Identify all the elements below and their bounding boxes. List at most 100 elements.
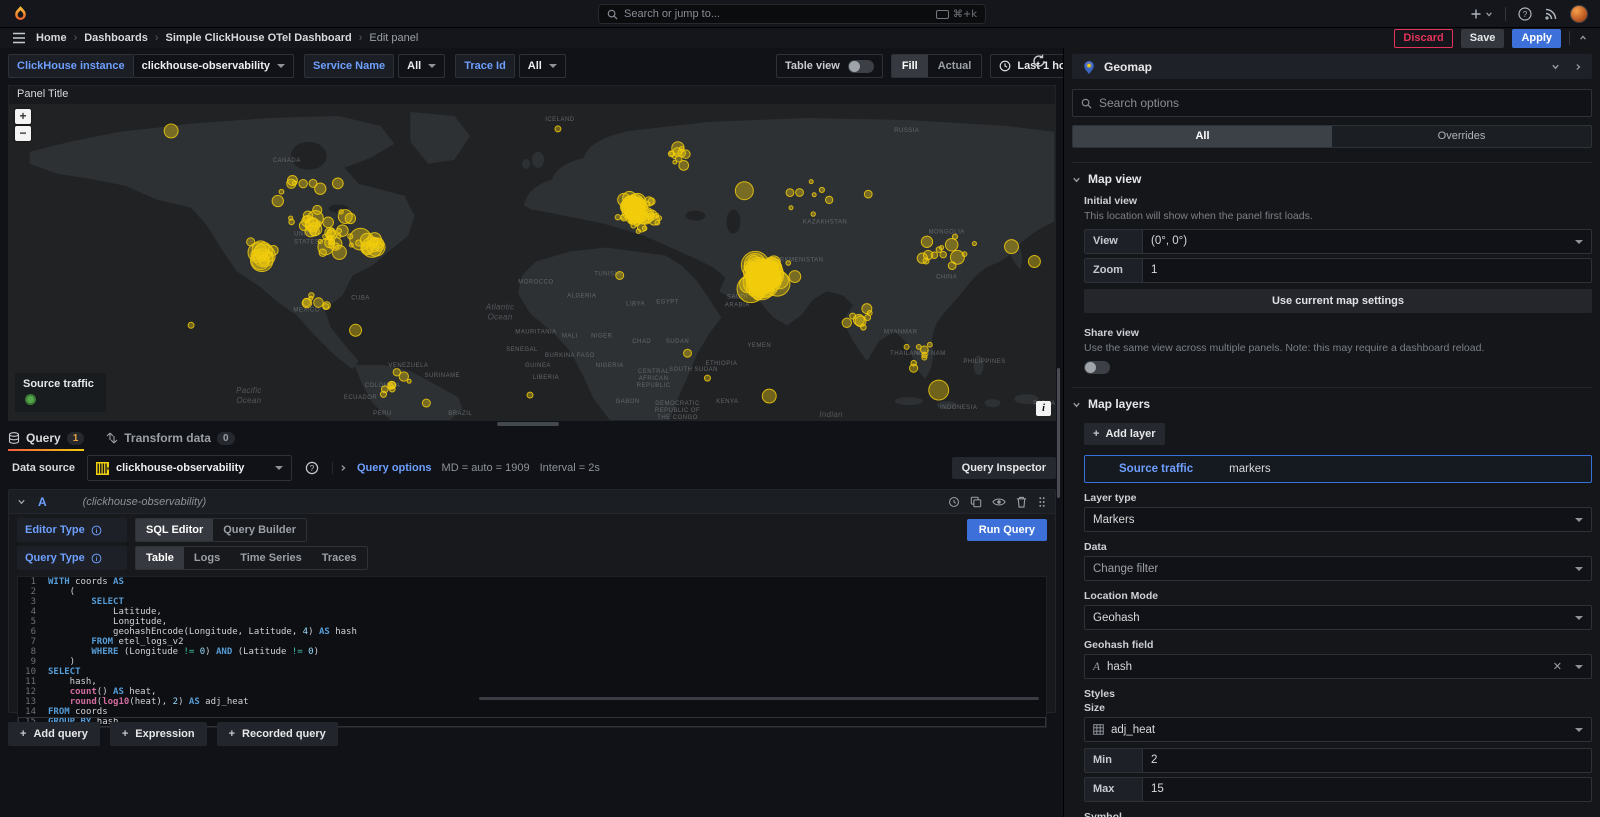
query-options-group: Query options MD = auto = 1909 Interval … (332, 462, 600, 474)
drag-handle-icon[interactable] (1037, 496, 1047, 508)
table-view-switch[interactable] (848, 60, 874, 73)
code-line[interactable]: 5 Longitude, (18, 617, 1046, 627)
geomap-canvas[interactable]: RUSSIACANADAICELANDKAZAKHSTANMONGOLIACHI… (9, 104, 1055, 420)
delete-query-trash-icon[interactable] (1016, 496, 1027, 508)
code-line[interactable]: 1WITH coords AS (18, 577, 1046, 587)
breadcrumb-home[interactable]: Home (36, 32, 67, 44)
share-view-switch[interactable] (1084, 361, 1110, 374)
query-type-time-series[interactable]: Time Series (230, 547, 312, 569)
clear-icon[interactable]: ✕ (1553, 660, 1562, 673)
grafana-logo[interactable] (12, 5, 29, 22)
panel-title[interactable]: Panel Title (9, 86, 1055, 104)
user-avatar[interactable] (1570, 5, 1588, 23)
query-options-toggle[interactable]: Query options (357, 462, 432, 474)
clickhouse-instance-select[interactable]: clickhouse-observability (133, 54, 294, 78)
history-icon[interactable] (948, 496, 960, 508)
size-field-select[interactable]: adj_heat (1084, 717, 1592, 742)
use-current-map-settings-button[interactable]: Use current map settings (1084, 289, 1592, 313)
geohash-field-select[interactable]: A hash ✕ (1084, 654, 1592, 679)
add-layer-button[interactable]: +Add layer (1084, 423, 1165, 445)
view-select[interactable]: (0°, 0°) (1142, 229, 1592, 254)
code-horizontal-scrollbar[interactable] (479, 697, 1039, 700)
code-line[interactable]: 3 SELECT (18, 597, 1046, 607)
sql-code[interactable]: 1WITH coords AS2 (3 SELECT4 Latitude,5 L… (17, 576, 1047, 728)
table-view-toggle[interactable]: Table view (776, 54, 883, 78)
angle-right-icon[interactable] (1574, 62, 1582, 72)
map-attribution-button[interactable]: i (1036, 401, 1051, 416)
save-button[interactable]: Save (1461, 29, 1505, 48)
svg-text:i: i (95, 527, 97, 534)
query-inspector-button[interactable]: Query Inspector (952, 457, 1056, 479)
chevron-down-icon[interactable] (17, 497, 26, 506)
map-zoom-out-button[interactable]: − (15, 126, 31, 141)
max-data-points: MD = auto = 1909 (442, 462, 530, 474)
query-row-header[interactable]: A (clickhouse-observability) (9, 490, 1055, 514)
options-search-input[interactable]: Search options (1072, 89, 1592, 117)
section-map-layers-header[interactable]: Map layers (1072, 397, 1592, 411)
breadcrumb-bar: Home › Dashboards › Simple ClickHouse OT… (0, 28, 1600, 48)
svg-text:SENEGAL: SENEGAL (506, 347, 538, 353)
tab-query[interactable]: Query 1 (8, 429, 84, 451)
add-menu-button[interactable] (1470, 8, 1493, 20)
location-mode-select[interactable]: Geohash (1084, 605, 1592, 630)
datasource-help-button[interactable]: ? (300, 456, 324, 480)
code-line[interactable]: 12 count() AS heat, (18, 687, 1046, 697)
zoom-input[interactable]: 1 (1142, 258, 1592, 283)
legend-color-dot[interactable] (25, 394, 36, 405)
options-tab-overrides[interactable]: Overrides (1332, 126, 1591, 147)
search-input[interactable]: Search or jump to... ⌘+k (598, 4, 986, 24)
data-filter-select[interactable]: Change filter (1084, 556, 1592, 581)
max-input[interactable]: 15 (1142, 777, 1592, 802)
tab-transform-data[interactable]: Transform data 0 (106, 429, 234, 451)
datasource-picker[interactable]: clickhouse-observability (87, 455, 292, 481)
run-query-button[interactable]: Run Query (967, 519, 1047, 541)
svg-text:MOROCCO: MOROCCO (518, 279, 553, 285)
breadcrumb-dashboards[interactable]: Dashboards (84, 32, 148, 44)
refresh-button[interactable] (1032, 54, 1046, 68)
apply-button[interactable]: Apply (1512, 29, 1561, 48)
sql-editor-option[interactable]: SQL Editor (136, 519, 213, 541)
trace-id-select[interactable]: All (519, 54, 566, 78)
code-line[interactable]: 14FROM coords (18, 707, 1046, 717)
code-line[interactable]: 7 FROM etel_logs_v2 (18, 637, 1046, 647)
section-map-view-header[interactable]: Map view (1072, 172, 1592, 186)
code-line[interactable]: 2 ( (18, 587, 1046, 597)
menu-icon[interactable] (12, 32, 26, 44)
code-line[interactable]: 6 geohashEncode(Longitude, Latitude, 4) … (18, 627, 1046, 637)
breadcrumb-edit-panel: Edit panel (369, 32, 418, 44)
layer-name[interactable]: Source traffic (1119, 463, 1193, 475)
discard-button[interactable]: Discard (1394, 29, 1452, 48)
query-builder-option[interactable]: Query Builder (213, 519, 306, 541)
options-tab-all[interactable]: All (1073, 126, 1332, 147)
query-footer-buttons: +Add query +Expression +Recorded query (8, 722, 338, 746)
visualization-picker[interactable]: Geomap (1072, 54, 1592, 79)
code-line[interactable]: 10SELECT (18, 667, 1046, 677)
query-type-logs[interactable]: Logs (184, 547, 230, 569)
hide-query-eye-icon[interactable] (992, 496, 1006, 508)
layer-type-select[interactable]: Markers (1084, 507, 1592, 532)
search-shortcut: ⌘+k (953, 9, 977, 20)
news-rss-icon[interactable] (1544, 7, 1558, 21)
fill-option[interactable]: Fill (892, 55, 928, 77)
collapse-options-icon[interactable] (1578, 34, 1588, 42)
duplicate-icon[interactable] (970, 496, 982, 508)
min-input[interactable]: 2 (1142, 748, 1592, 773)
expression-button[interactable]: +Expression (110, 722, 207, 746)
layer-item-source-traffic[interactable]: Source traffic markers (1084, 455, 1592, 483)
code-line[interactable]: 11 hash, (18, 677, 1046, 687)
code-line[interactable]: 8 WHERE (Longitude != 0) AND (Latitude !… (18, 647, 1046, 657)
code-line[interactable]: 9 ) (18, 657, 1046, 667)
add-query-button[interactable]: +Add query (8, 722, 100, 746)
left-scrollbar-thumb[interactable] (1057, 368, 1060, 498)
code-line[interactable]: 4 Latitude, (18, 607, 1046, 617)
chevron-down-icon[interactable] (1551, 62, 1560, 71)
help-icon[interactable]: ? (1518, 7, 1532, 21)
query-type-table[interactable]: Table (136, 547, 184, 569)
query-type-traces[interactable]: Traces (312, 547, 367, 569)
panel-resize-handle[interactable] (497, 422, 559, 426)
service-name-select[interactable]: All (398, 54, 445, 78)
recorded-query-button[interactable]: +Recorded query (217, 722, 338, 746)
actual-option[interactable]: Actual (928, 55, 982, 77)
map-zoom-in-button[interactable]: + (15, 109, 31, 124)
breadcrumb-dashboard-name[interactable]: Simple ClickHouse OTel Dashboard (165, 32, 351, 44)
